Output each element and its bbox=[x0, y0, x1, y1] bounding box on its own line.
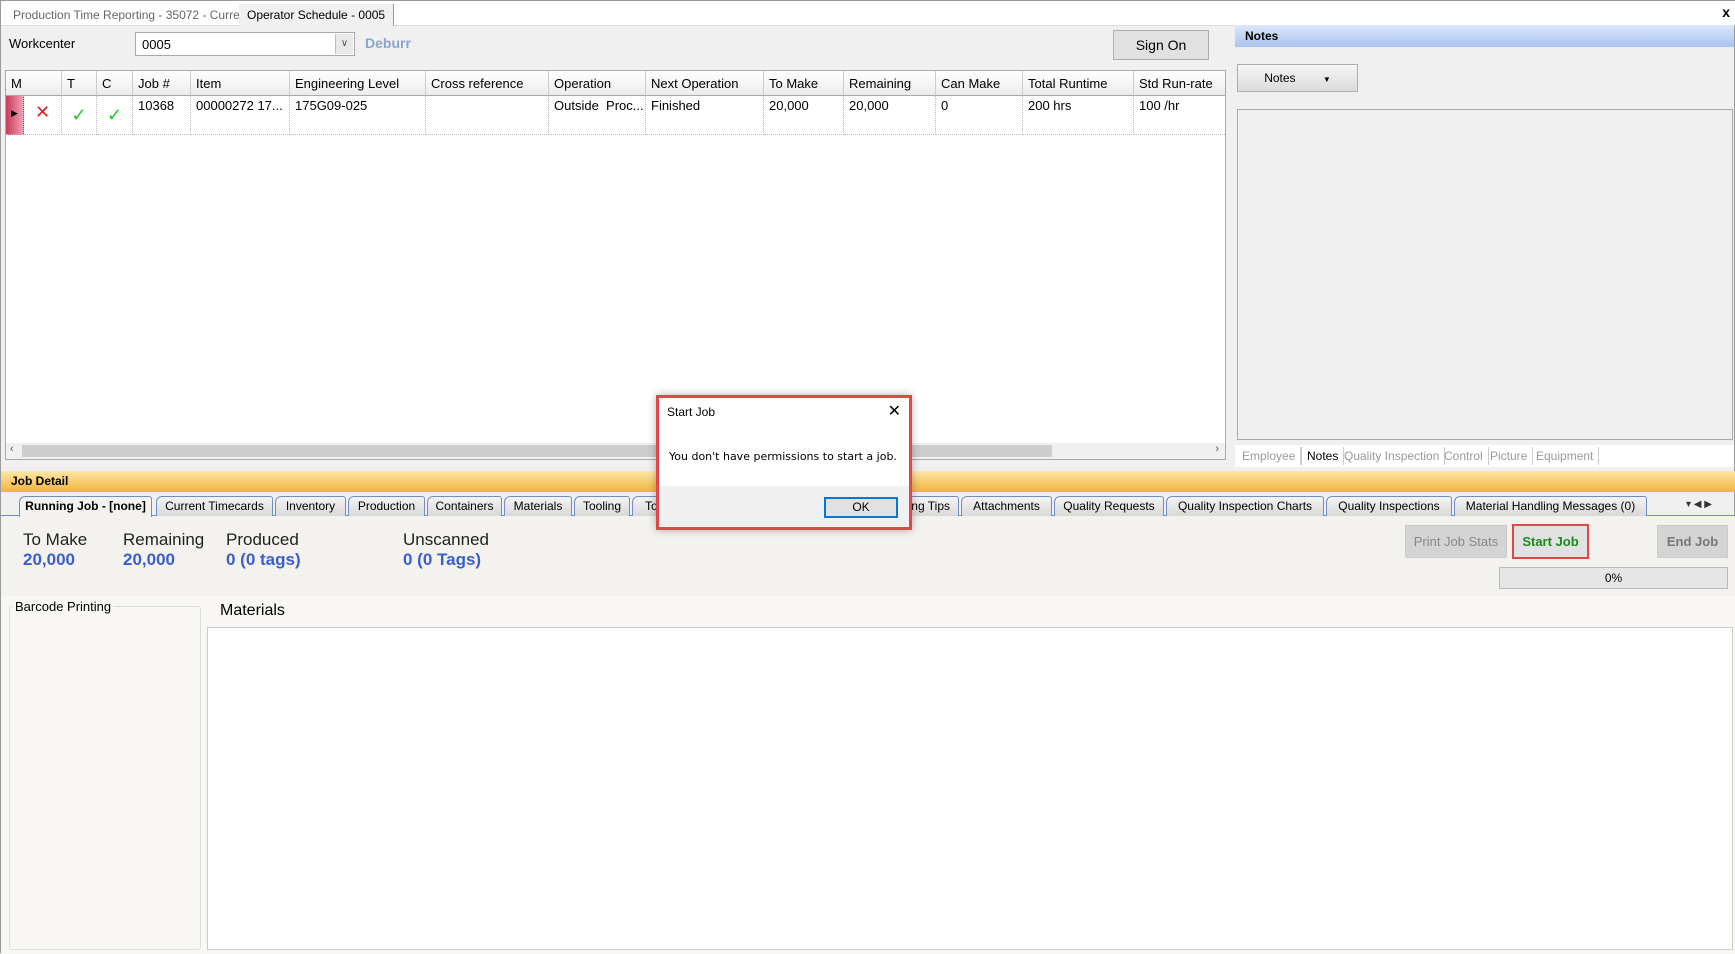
notes-panel-header: Notes bbox=[1235, 25, 1734, 47]
row-selector-icon[interactable]: ▶ bbox=[6, 96, 24, 135]
header-t[interactable]: T bbox=[62, 71, 97, 96]
notes-tab-bar: Employee Notes Quality Inspection Contro… bbox=[1235, 445, 1734, 467]
notes-tab-employee[interactable]: Employee bbox=[1237, 447, 1302, 465]
workcenter-description: Deburr bbox=[365, 35, 411, 51]
check-icon: ✓ bbox=[62, 96, 97, 135]
cell-engineering-level: 175G09-025 bbox=[290, 96, 426, 135]
tab-tooling[interactable]: Tooling bbox=[574, 496, 630, 516]
barcode-printing-group bbox=[9, 606, 201, 950]
cell-can-make: 0 bbox=[936, 96, 1023, 135]
stat-remaining-value: 20,000 bbox=[123, 550, 175, 569]
header-cross-reference[interactable]: Cross reference bbox=[426, 71, 549, 96]
doc-tab-production-time-reporting[interactable]: Production Time Reporting - 35072 - Curr… bbox=[5, 4, 258, 26]
tab-attachments[interactable]: Attachments bbox=[961, 496, 1052, 516]
caret-down-icon: ▼ bbox=[1322, 75, 1331, 84]
stat-remaining-label: Remaining bbox=[123, 530, 205, 549]
start-job-dialog: Start Job ✕ You don't have permissions t… bbox=[656, 395, 912, 530]
check-icon: ✓ bbox=[97, 96, 133, 135]
cell-remaining: 20,000 bbox=[844, 96, 936, 135]
header-next-operation[interactable]: Next Operation bbox=[646, 71, 764, 96]
header-can-make[interactable]: Can Make bbox=[936, 71, 1023, 96]
cell-job: 10368 bbox=[133, 96, 191, 135]
scroll-left-icon[interactable]: ‹ bbox=[10, 443, 14, 455]
tab-running-job[interactable]: Running Job - [none] bbox=[19, 496, 152, 517]
notes-tab-notes[interactable]: Notes bbox=[1301, 447, 1345, 465]
cell-std-run-rate: 100 /hr bbox=[1134, 96, 1225, 135]
tab-inventory[interactable]: Inventory bbox=[275, 496, 346, 516]
dialog-title: Start Job bbox=[667, 405, 716, 419]
job-progress-bar: 0% bbox=[1499, 567, 1728, 589]
stat-produced-value: 0 (0 tags) bbox=[226, 550, 301, 569]
notes-tab-control[interactable]: Control bbox=[1439, 447, 1489, 465]
notes-tab-quality-inspection[interactable]: Quality Inspection bbox=[1339, 447, 1446, 465]
doc-tab-operator-schedule[interactable]: Operator Schedule - 0005 bbox=[239, 4, 395, 26]
x-icon: ✕ bbox=[24, 96, 62, 135]
notes-dropdown-button[interactable]: Notes ▼ bbox=[1237, 64, 1358, 92]
progress-label: 0% bbox=[1604, 571, 1623, 585]
notes-dropdown-label: Notes bbox=[1264, 71, 1296, 85]
tab-materials[interactable]: Materials bbox=[504, 496, 572, 516]
header-m[interactable]: M bbox=[6, 71, 62, 96]
tab-containers[interactable]: Containers bbox=[427, 496, 502, 516]
dialog-close-icon[interactable]: ✕ bbox=[888, 401, 901, 421]
header-total-runtime[interactable]: Total Runtime bbox=[1023, 71, 1134, 96]
end-job-button[interactable]: End Job bbox=[1657, 525, 1728, 558]
header-item[interactable]: Item bbox=[191, 71, 290, 96]
stat-unscanned-value: 0 (0 Tags) bbox=[403, 550, 482, 569]
workcenter-combo[interactable]: 0005 ∨ bbox=[135, 32, 355, 56]
cell-next-operation: Finished bbox=[646, 96, 764, 135]
header-std-run-rate[interactable]: Std Run-rate bbox=[1134, 71, 1225, 96]
cell-item: 00000272 17... bbox=[191, 96, 290, 135]
barcode-printing-label: Barcode Printing bbox=[13, 599, 114, 614]
cell-total-runtime: 200 hrs bbox=[1023, 96, 1134, 135]
workcenter-value: 0005 bbox=[142, 37, 171, 52]
schedule-grid: M T C Job # Item Engineering Level Cross… bbox=[5, 70, 1226, 460]
header-operation[interactable]: Operation bbox=[549, 71, 646, 96]
horizontal-scrollbar[interactable]: ‹ › bbox=[6, 443, 1225, 459]
tab-production[interactable]: Production bbox=[348, 496, 425, 516]
notes-tab-equipment[interactable]: Equipment bbox=[1531, 447, 1600, 465]
materials-panel bbox=[207, 627, 1733, 950]
dialog-ok-button[interactable]: OK bbox=[824, 497, 898, 518]
stat-unscanned-label: Unscanned bbox=[403, 530, 490, 549]
tab-quality-inspections[interactable]: Quality Inspections bbox=[1326, 496, 1452, 516]
tab-overflow-icons[interactable]: ▾ ◀ ▶ bbox=[1686, 499, 1712, 510]
stat-produced-label: Produced bbox=[226, 530, 299, 549]
header-engineering-level[interactable]: Engineering Level bbox=[290, 71, 426, 96]
tab-quality-inspection-charts[interactable]: Quality Inspection Charts bbox=[1166, 496, 1324, 516]
print-job-stats-button[interactable]: Print Job Stats bbox=[1405, 525, 1507, 558]
notes-text-area[interactable] bbox=[1237, 109, 1733, 440]
sign-on-button[interactable]: Sign On bbox=[1113, 30, 1209, 60]
notes-tab-picture[interactable]: Picture bbox=[1485, 447, 1534, 465]
dialog-message: You don't have permissions to start a jo… bbox=[669, 450, 897, 463]
tab-material-handling-messages[interactable]: Material Handling Messages (0) bbox=[1454, 496, 1647, 516]
tab-current-timecards[interactable]: Current Timecards bbox=[156, 496, 273, 516]
cell-to-make: 20,000 bbox=[764, 96, 844, 135]
header-to-make[interactable]: To Make bbox=[764, 71, 844, 96]
close-icon[interactable]: x bbox=[1722, 4, 1730, 20]
tab-quality-requests[interactable]: Quality Requests bbox=[1054, 496, 1164, 516]
chevron-down-icon[interactable]: ∨ bbox=[335, 34, 353, 54]
materials-label: Materials bbox=[220, 602, 285, 619]
document-tab-bar: Production Time Reporting - 35072 - Curr… bbox=[1, 1, 1735, 26]
header-job[interactable]: Job # bbox=[133, 71, 191, 96]
cell-cross-reference bbox=[426, 96, 549, 135]
stat-to-make-label: To Make bbox=[23, 530, 88, 549]
start-job-button[interactable]: Start Job bbox=[1512, 524, 1589, 559]
header-c[interactable]: C bbox=[97, 71, 133, 96]
stat-to-make-value: 20,000 bbox=[23, 550, 75, 569]
workcenter-label: Workcenter bbox=[9, 36, 76, 51]
cell-operation: Outside Proc... bbox=[549, 96, 646, 135]
header-remaining[interactable]: Remaining bbox=[844, 71, 936, 96]
scroll-right-icon[interactable]: › bbox=[1215, 443, 1219, 455]
